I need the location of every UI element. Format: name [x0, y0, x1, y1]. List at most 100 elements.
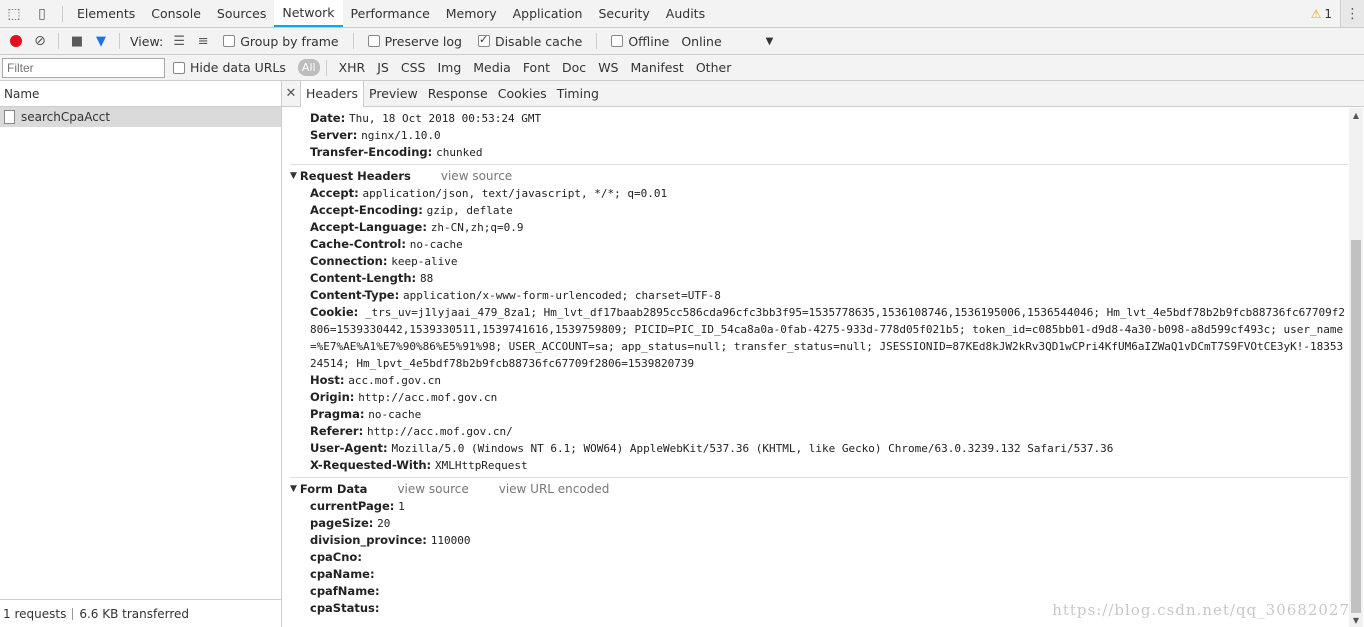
type-filter-all[interactable]: All	[297, 59, 320, 76]
checkbox[interactable]	[611, 35, 624, 47]
group-by-frame-checkbox[interactable]: Group by frame	[223, 34, 339, 49]
tab-headers[interactable]: Headers	[300, 80, 365, 107]
type-filter-xhr[interactable]: XHR	[333, 58, 372, 77]
header-name: Accept-Encoding:	[310, 203, 423, 217]
header-name: currentPage:	[310, 499, 395, 513]
header-name: Connection:	[310, 254, 388, 268]
record-button[interactable]	[4, 29, 28, 53]
checkbox[interactable]	[173, 61, 185, 74]
checkbox[interactable]	[367, 35, 380, 47]
document-icon	[4, 110, 15, 124]
type-filter-css[interactable]: CSS	[395, 58, 432, 77]
clear-button[interactable]: ⊘	[28, 29, 52, 53]
type-filter-js[interactable]: JS	[371, 58, 395, 77]
disable-cache-checkbox[interactable]: Disable cache	[477, 33, 583, 49]
tab-audits[interactable]: Audits	[658, 0, 713, 27]
device-toolbar-icon[interactable]: ▯	[28, 0, 56, 27]
header-name: Server:	[310, 128, 358, 142]
header-name: division_province:	[310, 533, 427, 547]
tab-cookies[interactable]: Cookies	[493, 81, 552, 107]
filter-icon: ▼	[96, 33, 106, 49]
header-value: chunked	[436, 146, 483, 159]
tab-security[interactable]: Security	[590, 0, 657, 27]
preserve-log-checkbox[interactable]: Preserve log	[367, 33, 462, 49]
tab-preview[interactable]: Preview	[364, 81, 423, 107]
video-camera-icon: ■	[70, 33, 84, 49]
overview-button[interactable]: ≡	[191, 29, 215, 53]
header-value: XMLHttpRequest	[434, 459, 528, 472]
type-filter-ws[interactable]: WS	[592, 58, 624, 77]
request-list: Name searchCpaAcct 1 requests 6.6 KB tra…	[0, 81, 282, 627]
header-row: Content-Type: application/x-www-form-url…	[290, 287, 1348, 304]
scroll-up-icon[interactable]: ▲	[1349, 108, 1363, 122]
scroll-down-icon[interactable]: ▼	[1349, 613, 1363, 627]
form-data-title: Form Data	[299, 482, 368, 496]
header-row: cpaName:	[290, 566, 1348, 583]
filter-bar: Hide data URLs All XHR JS CSS Img Media …	[0, 55, 1364, 81]
header-name: Referer:	[310, 424, 364, 438]
divider	[352, 33, 354, 49]
tab-network[interactable]: Network	[274, 0, 343, 27]
header-value: application/x-www-form-urlencoded; chars…	[403, 289, 721, 302]
filter-input[interactable]	[2, 57, 165, 78]
offline-checkbox[interactable]: Offline	[611, 34, 669, 49]
transferred-size: 6.6 KB transferred	[79, 606, 189, 621]
request-headers-list: Accept: application/json, text/javascrip…	[290, 185, 1348, 304]
request-headers-toggle[interactable]: ▼ Request Headers view source	[290, 167, 1348, 185]
disable-cache-label: Disable cache	[494, 33, 583, 49]
divider	[62, 5, 63, 22]
header-row: Server: nginx/1.10.0	[290, 127, 1348, 144]
network-summary: 1 requests 6.6 KB transferred	[0, 599, 281, 627]
tab-elements[interactable]: Elements	[69, 0, 143, 27]
checkbox[interactable]	[223, 35, 236, 47]
header-row: Accept-Language: zh-CN,zh;q=0.9	[290, 219, 1348, 236]
tab-performance[interactable]: Performance	[343, 0, 438, 27]
header-name: Date:	[310, 111, 346, 125]
tab-timing[interactable]: Timing	[552, 81, 604, 107]
capture-screenshots-button[interactable]: ■	[65, 29, 89, 53]
hide-data-urls-checkbox[interactable]: Hide data URLs	[173, 60, 286, 75]
header-name: cpaName:	[310, 567, 375, 581]
header-row: Accept-Encoding: gzip, deflate	[290, 202, 1348, 219]
scroll-thumb[interactable]	[1351, 240, 1361, 613]
vertical-scrollbar[interactable]: ▲ ▼	[1349, 108, 1363, 627]
type-filter-doc[interactable]: Doc	[556, 58, 592, 77]
large-rows-button[interactable]: ☰	[167, 29, 191, 53]
view-source-link[interactable]: view source	[397, 480, 468, 498]
view-url-encoded-link[interactable]: view URL encoded	[499, 480, 610, 498]
request-count: 1 requests	[3, 606, 67, 621]
hide-data-urls-label: Hide data URLs	[190, 60, 286, 75]
clear-icon: ⊘	[34, 33, 46, 49]
header-row: Host: acc.mof.gov.cn	[290, 372, 1348, 389]
chevron-down-icon[interactable]: ▼	[766, 36, 774, 47]
tab-memory[interactable]: Memory	[438, 0, 505, 27]
type-filter-font[interactable]: Font	[517, 58, 556, 77]
tab-sources[interactable]: Sources	[209, 0, 274, 27]
request-name: searchCpaAcct	[21, 110, 111, 124]
preserve-log-label: Preserve log	[384, 33, 462, 49]
view-source-link[interactable]: view source	[441, 167, 512, 185]
close-icon[interactable]: ✕	[282, 86, 300, 101]
panel-tabs: Elements Console Sources Network Perform…	[69, 0, 713, 27]
checkbox[interactable]	[477, 33, 490, 47]
name-column-header[interactable]: Name	[0, 81, 281, 107]
more-options-icon[interactable]: ⋮	[1340, 0, 1364, 27]
triangle-down-icon: ▼	[290, 484, 297, 494]
throttling-select[interactable]: Online	[681, 34, 721, 49]
filter-toggle-button[interactable]: ▼	[89, 29, 113, 53]
request-headers-list-2: Host: acc.mof.gov.cn Origin: http://acc.m…	[290, 372, 1348, 474]
request-row[interactable]: searchCpaAcct	[0, 107, 281, 127]
tab-console[interactable]: Console	[143, 0, 209, 27]
type-filter-manifest[interactable]: Manifest	[624, 58, 689, 77]
type-filter-other[interactable]: Other	[690, 58, 738, 77]
form-data-toggle[interactable]: ▼ Form Data view source view URL encoded	[290, 480, 1348, 498]
tab-application[interactable]: Application	[505, 0, 591, 27]
header-name: Content-Length:	[310, 271, 417, 285]
type-filter-media[interactable]: Media	[467, 58, 517, 77]
type-filter-img[interactable]: Img	[431, 58, 467, 77]
header-row: pageSize: 20	[290, 515, 1348, 532]
inspect-element-icon[interactable]: ⬚	[0, 0, 28, 27]
tab-response[interactable]: Response	[423, 81, 493, 107]
header-value: gzip, deflate	[426, 204, 513, 217]
warnings-counter[interactable]: ⚠ 1	[1303, 7, 1340, 21]
